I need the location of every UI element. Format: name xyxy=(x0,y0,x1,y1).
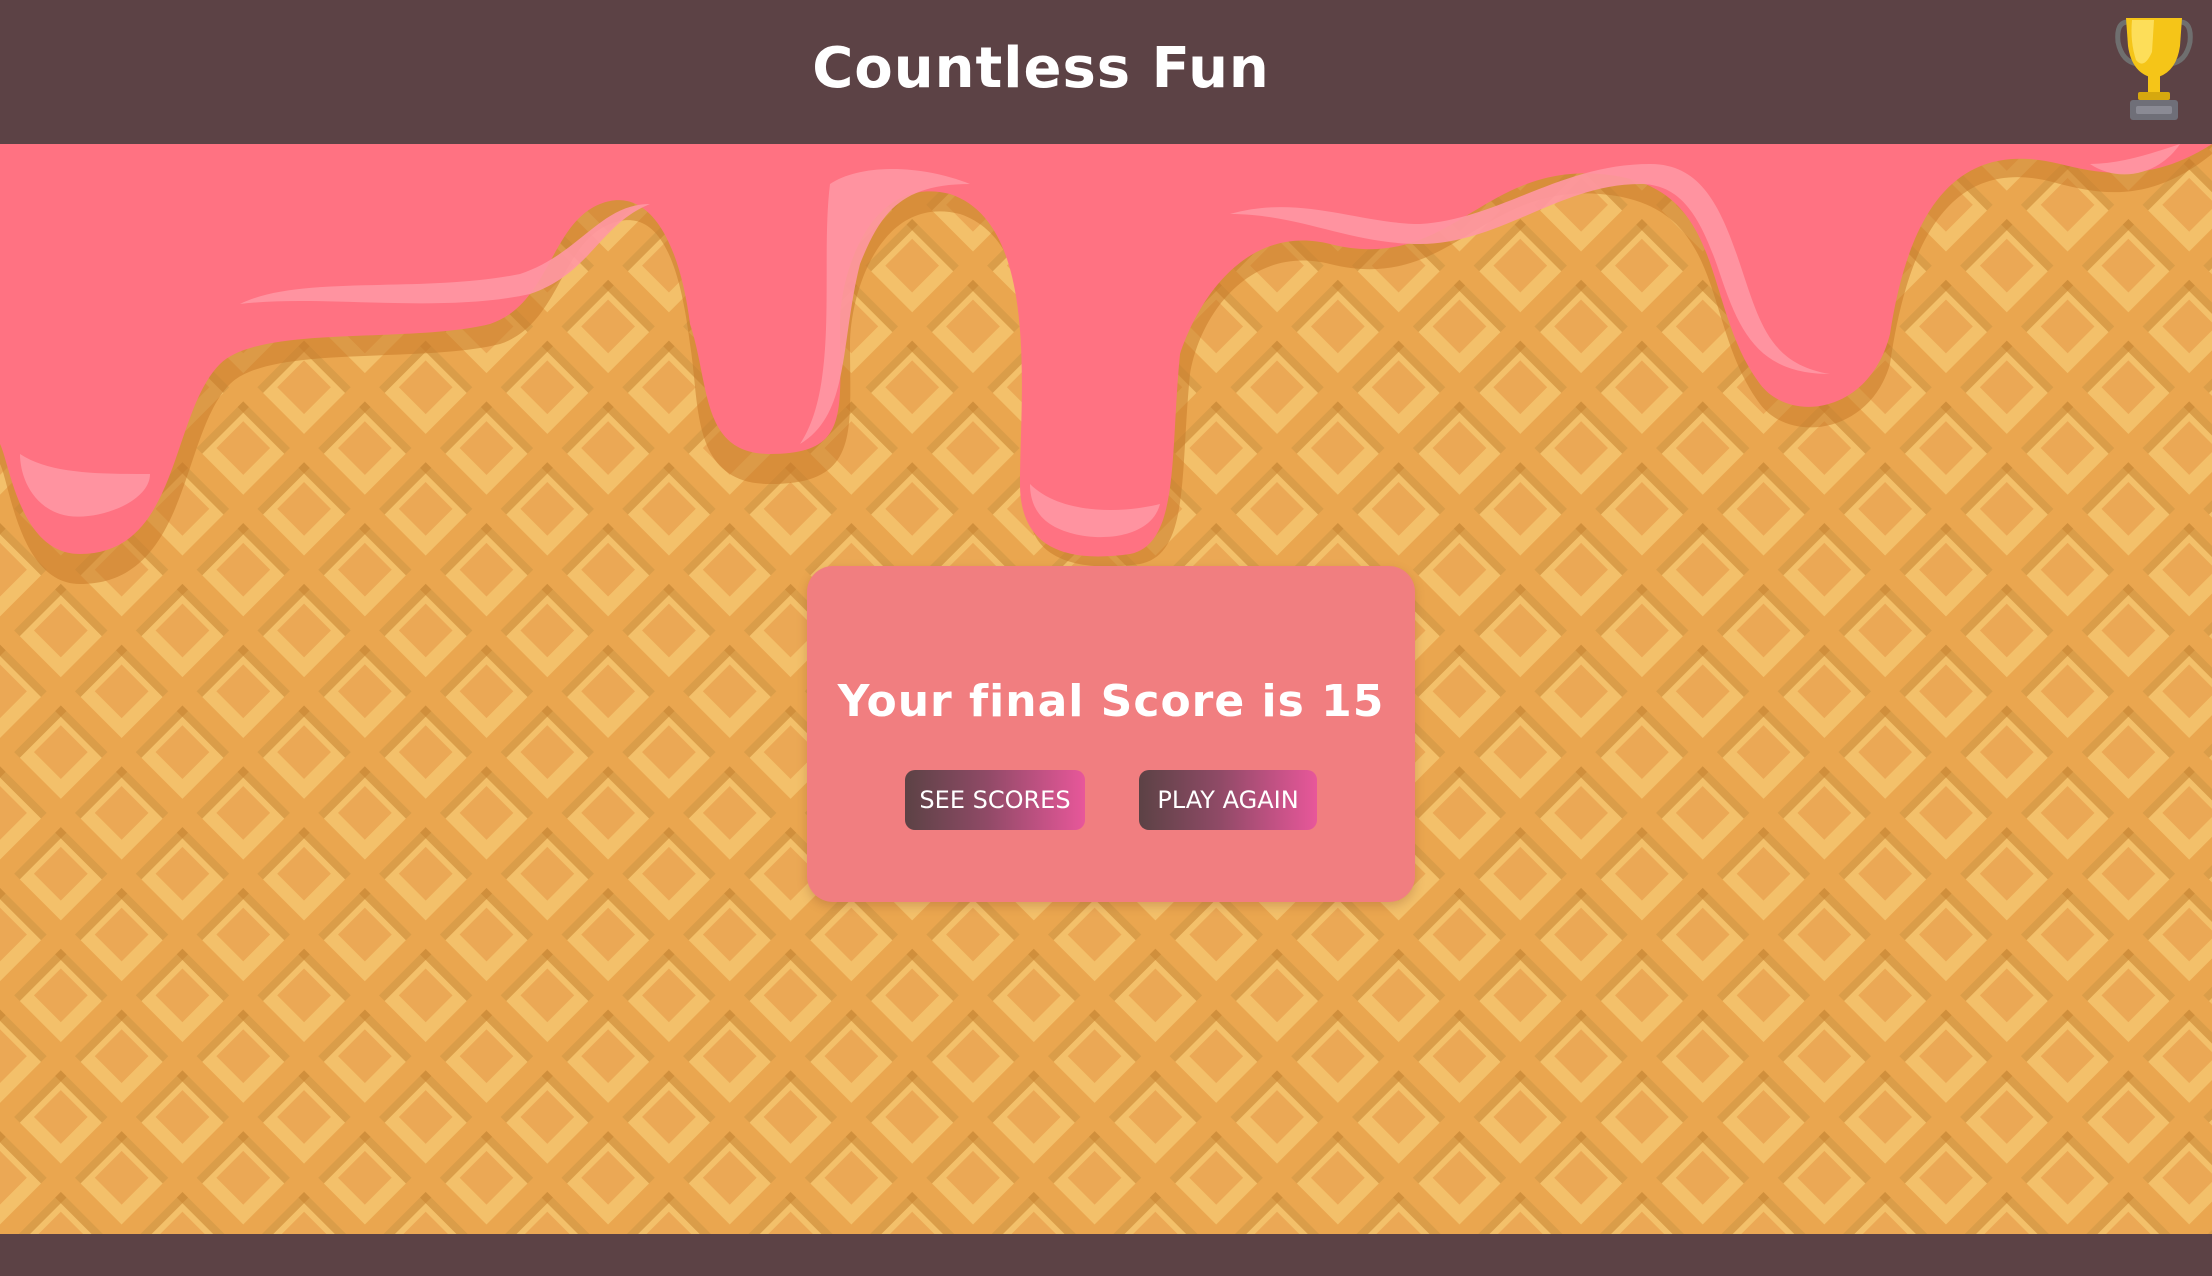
see-scores-button[interactable]: SEE SCORES xyxy=(905,770,1085,830)
game-title: Countless Fun xyxy=(812,36,1270,101)
header-bar: Countless Fun xyxy=(0,0,2212,144)
final-score-text: Your final Score is 15 xyxy=(837,676,1385,727)
play-again-button[interactable]: PLAY AGAIN xyxy=(1139,770,1317,830)
footer-bar xyxy=(0,1234,2212,1276)
trophy-icon[interactable] xyxy=(2114,12,2194,124)
game-over-dialog: Your final Score is 15 SEE SCORES PLAY A… xyxy=(807,566,1415,902)
